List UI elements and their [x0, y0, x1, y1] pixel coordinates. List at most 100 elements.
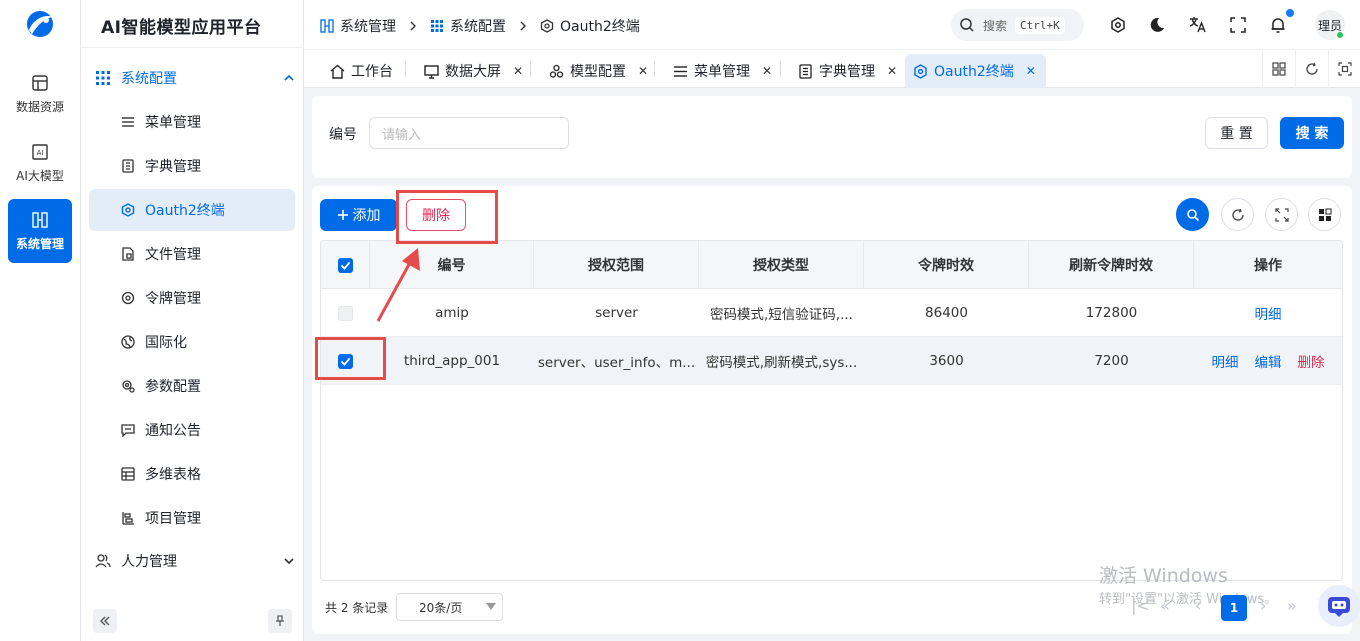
rail-item-data-resources[interactable]: 数据资源: [8, 62, 72, 126]
next-group-icon[interactable]: »: [1287, 596, 1297, 615]
tabs-maximize-button[interactable]: [1328, 50, 1360, 88]
select-all-checkbox[interactable]: [337, 257, 353, 273]
table-row[interactable]: amip server 密码模式,短信验证码,... 86400 172800 …: [321, 289, 1342, 337]
tab-dictionary[interactable]: 字典管理 ✕: [790, 54, 905, 88]
column-header[interactable]: 令牌时效: [864, 241, 1029, 289]
tab-separator: [654, 61, 655, 77]
next-page-icon[interactable]: ›: [1260, 596, 1266, 615]
annotation-box-checkbox: [315, 337, 386, 380]
cubes-icon: [549, 64, 564, 79]
cell-grant-type: 密码模式,刷新模式,sys...: [705, 355, 858, 371]
breadcrumb-item[interactable]: 系统管理: [340, 16, 396, 36]
monitor-icon: [424, 64, 439, 79]
current-page-button[interactable]: 1: [1221, 595, 1247, 621]
breadcrumb-item-current: Oauth2终端: [560, 19, 640, 35]
global-search[interactable]: 搜索 Ctrl+K: [951, 9, 1084, 41]
close-icon[interactable]: ✕: [762, 64, 772, 78]
sidebar-item-notice[interactable]: 通知公告: [89, 409, 295, 451]
tab-data-screen[interactable]: 数据大屏 ✕: [416, 54, 531, 88]
column-header[interactable]: 刷新令牌时效: [1029, 241, 1194, 289]
collapse-sidebar-button[interactable]: [93, 609, 117, 633]
sidebar-item-token[interactable]: 令牌管理: [89, 277, 295, 319]
sidebar-item-menu[interactable]: 菜单管理: [89, 101, 295, 143]
sidebar-item-oauth2[interactable]: Oauth2终端: [89, 189, 295, 231]
sidebar-item-dictionary[interactable]: 字典管理: [89, 145, 295, 187]
refresh-button[interactable]: [1221, 198, 1254, 231]
sidebar-item-tables[interactable]: 多维表格: [89, 453, 295, 495]
table-row[interactable]: third_app_001 server、user_info、m... 密码模式…: [321, 337, 1342, 385]
close-icon[interactable]: ✕: [887, 64, 897, 78]
search-button[interactable]: 搜 索: [1280, 117, 1344, 149]
rail-item-label: 系统管理: [15, 236, 64, 251]
globe-icon: [121, 335, 135, 349]
rail-item-ai-model[interactable]: AI AI大模型: [8, 131, 72, 195]
edit-link[interactable]: 编辑: [1255, 351, 1282, 371]
sidebar-group-system-config[interactable]: 系统配置: [95, 60, 295, 96]
search-icon: [1186, 208, 1200, 222]
file-icon: [121, 247, 135, 261]
add-button[interactable]: 添加: [320, 199, 397, 231]
tab-model-config[interactable]: 模型配置 ✕: [541, 54, 656, 88]
cell-token-ttl: 3600: [929, 353, 964, 369]
sidebar-item-projects[interactable]: 项目管理: [89, 497, 295, 539]
tabs-refresh-button[interactable]: [1295, 50, 1327, 88]
close-icon[interactable]: ✕: [1026, 64, 1036, 78]
hexagon-icon: [540, 19, 554, 33]
prev-group-icon[interactable]: «: [1160, 596, 1170, 615]
column-header[interactable]: 授权范围: [534, 241, 699, 289]
fullscreen-button[interactable]: [1227, 14, 1249, 36]
chevron-right-icon: [518, 21, 528, 31]
sidebar-group-hr[interactable]: 人力管理: [95, 543, 295, 579]
close-icon[interactable]: ✕: [638, 64, 648, 78]
detail-link[interactable]: 明细: [1255, 303, 1282, 323]
rail-item-label: AI大模型: [16, 168, 64, 183]
first-page-icon[interactable]: |<: [1131, 596, 1150, 615]
reset-button[interactable]: 重 置: [1205, 117, 1268, 149]
pin-sidebar-button[interactable]: [268, 609, 292, 633]
tab-oauth2[interactable]: Oauth2终端 ✕: [905, 54, 1046, 88]
rail-item-system[interactable]: 系统管理: [8, 199, 72, 263]
sidebar-group-label: 系统配置: [121, 71, 177, 87]
gear-icon: [121, 291, 135, 305]
close-icon[interactable]: ✕: [513, 64, 523, 78]
sidebar-item-files[interactable]: 文件管理: [89, 233, 295, 275]
breadcrumb-item[interactable]: 系统配置: [450, 16, 506, 36]
tab-menu-management[interactable]: 菜单管理 ✕: [665, 54, 780, 88]
assistant-button[interactable]: [1318, 585, 1360, 627]
language-button[interactable]: [1187, 14, 1209, 36]
divider: [81, 47, 304, 48]
theme-toggle-button[interactable]: [1146, 14, 1168, 36]
hexagon-icon: [121, 203, 135, 217]
page-size-select[interactable]: 20条/页: [396, 593, 503, 621]
row-checkbox-disabled: [338, 305, 353, 321]
plus-icon: [337, 209, 349, 221]
fullscreen-table-button[interactable]: [1265, 198, 1298, 231]
online-status-dot: [1336, 31, 1344, 39]
cell-refresh-ttl: 7200: [1094, 353, 1129, 369]
sidebar-item-i18n[interactable]: 国际化: [89, 321, 295, 363]
tab-workbench[interactable]: 工作台: [322, 54, 401, 88]
toggle-search-button[interactable]: [1176, 198, 1209, 231]
delete-link[interactable]: 删除: [1298, 351, 1325, 371]
notifications-button[interactable]: [1267, 14, 1289, 36]
column-header[interactable]: 授权类型: [699, 241, 864, 289]
grid-icon: [430, 19, 444, 33]
column-settings-button[interactable]: [1308, 198, 1341, 231]
add-label: 添加: [352, 208, 381, 224]
robot-icon: [1326, 594, 1352, 618]
annotation-box-delete: [396, 190, 498, 244]
focus-icon: [1337, 62, 1352, 76]
system-icon: [31, 211, 49, 229]
code-input[interactable]: 请输入: [369, 117, 569, 149]
code-label: 编号: [329, 127, 357, 143]
tab-separator: [530, 61, 531, 77]
settings-button[interactable]: [1107, 14, 1129, 36]
prev-page-icon[interactable]: ‹: [1195, 596, 1201, 615]
refresh-icon: [1231, 208, 1245, 222]
activation-watermark-title: 激活 Windows: [1099, 565, 1228, 587]
detail-link[interactable]: 明细: [1212, 351, 1239, 371]
sidebar-item-params[interactable]: 参数配置: [89, 365, 295, 407]
tabs-layout-button[interactable]: [1262, 50, 1294, 88]
message-icon: [121, 423, 135, 437]
page-size-value: 20条/页: [419, 600, 463, 615]
